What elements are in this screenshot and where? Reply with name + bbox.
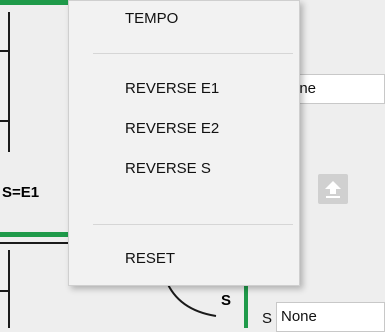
menu-item-reverse-e1[interactable]: REVERSE E1 [69, 73, 299, 105]
menu-item-tempo[interactable]: TEMPO [69, 3, 299, 35]
upload-button[interactable] [318, 174, 348, 204]
connector-line [8, 250, 10, 328]
node-top-accent-bar [0, 0, 70, 5]
connector-tick [0, 50, 10, 52]
node-middle-accent-bar [0, 232, 70, 237]
connector-line [8, 12, 10, 152]
bottom-field-prefix: S [262, 310, 273, 327]
menu-item-reset[interactable]: RESET [69, 243, 299, 275]
menu-separator [93, 53, 293, 54]
menu-item-label: REVERSE S [125, 160, 211, 177]
node-bottom-label: S [221, 292, 232, 309]
node-top-box[interactable] [0, 8, 70, 158]
bottom-select-value: None [281, 308, 317, 325]
connector-tick [0, 290, 10, 292]
menu-item-label: REVERSE E2 [125, 120, 220, 137]
node-left-label: S=E1 [2, 184, 40, 201]
diagram-curve [165, 280, 217, 317]
menu-separator [93, 224, 293, 225]
menu-item-label: TEMPO [125, 10, 179, 27]
top-select-field[interactable]: one [286, 74, 385, 104]
node-bottom-accent-bar [244, 286, 248, 328]
menu-item-reverse-e2[interactable]: REVERSE E2 [69, 113, 299, 145]
upload-arrow-icon [325, 181, 341, 198]
connector-tick [0, 120, 10, 122]
context-menu: TEMPO REVERSE E1 REVERSE E2 REVERSE S RE… [68, 0, 300, 286]
menu-item-label: RESET [125, 250, 176, 267]
menu-item-label: REVERSE E1 [125, 80, 220, 97]
node-middle-border [0, 242, 70, 244]
menu-item-reverse-s[interactable]: REVERSE S [69, 153, 299, 185]
